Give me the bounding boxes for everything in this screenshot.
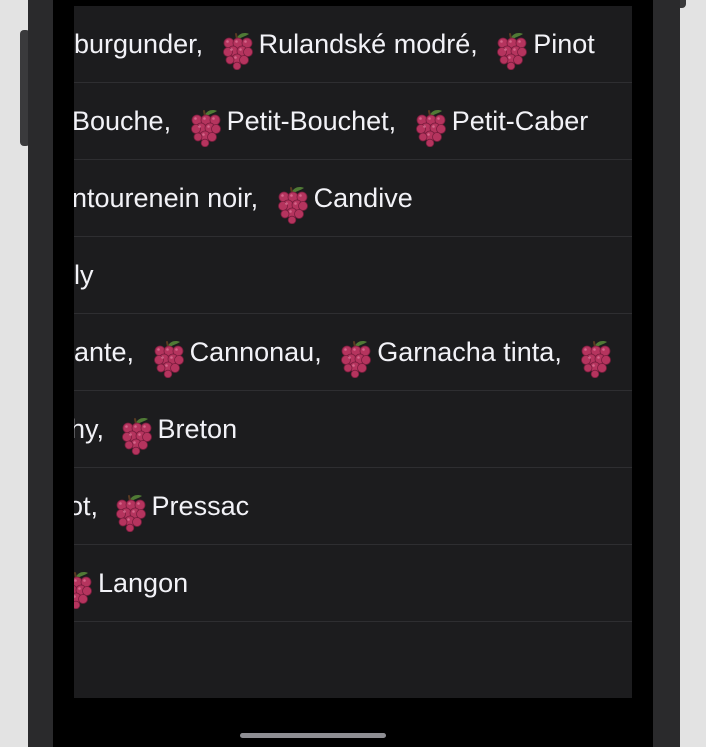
list-row[interactable]: Langon: [74, 545, 632, 622]
grape-variety-list[interactable]: burgunder, Rulandské modré, Pinot Bouche…: [74, 6, 632, 698]
row-text: Garnacha tinta,: [377, 337, 562, 367]
row-content: ntourenein noir, Candive: [74, 160, 413, 236]
row-content: Bouche, Petit-Bouchet, Petit-Caber: [74, 83, 588, 159]
row-content: ot, Pressac: [74, 468, 249, 544]
list-row[interactable]: ante, Cannonau, Garnacha tinta,: [74, 314, 632, 391]
row-content: ily: [74, 237, 94, 313]
row-content: hy, Breton: [74, 391, 237, 467]
list-row[interactable]: Bouche, Petit-Bouchet, Petit-Caber: [74, 83, 632, 160]
row-text: Petit-Bouchet,: [226, 106, 397, 136]
row-text: hy,: [74, 414, 105, 444]
row-content: Langon: [74, 545, 188, 621]
list-row[interactable]: hy, Breton: [74, 391, 632, 468]
grapes-icon: [187, 100, 223, 148]
row-text: burgunder,: [74, 29, 204, 59]
row-text: Petit-Caber: [451, 106, 589, 136]
row-text: Cannonau,: [189, 337, 322, 367]
list-row[interactable]: burgunder, Rulandské modré, Pinot: [74, 6, 632, 83]
row-text: ily: [74, 260, 94, 290]
row-content: burgunder, Rulandské modré, Pinot: [74, 6, 595, 82]
row-content: ante, Cannonau, Garnacha tinta,: [74, 314, 617, 390]
row-text: Pressac: [151, 491, 250, 521]
list-row[interactable]: ily: [74, 237, 632, 314]
row-text: ntourenein noir,: [74, 183, 259, 213]
row-text: ante,: [74, 337, 135, 367]
row-text: Langon: [98, 568, 189, 598]
grapes-icon: [112, 485, 148, 533]
grapes-icon: [412, 100, 448, 148]
grapes-icon: [274, 177, 310, 225]
grapes-icon: [337, 331, 373, 379]
grapes-icon: [577, 331, 613, 379]
grapes-icon: [493, 23, 529, 71]
row-text: Candive: [313, 183, 413, 213]
grapes-icon: [219, 23, 255, 71]
grapes-icon: [74, 562, 94, 610]
grapes-icon: [150, 331, 186, 379]
row-text: Pinot: [533, 29, 595, 59]
home-indicator[interactable]: [240, 733, 386, 738]
row-text: Breton: [157, 414, 238, 444]
grapes-icon: [118, 408, 154, 456]
row-text: ot,: [74, 491, 99, 521]
row-text: Rulandské modré,: [258, 29, 478, 59]
list-row[interactable]: ot, Pressac: [74, 468, 632, 545]
row-text: Bouche,: [74, 106, 172, 136]
list-row[interactable]: ntourenein noir, Candive: [74, 160, 632, 237]
